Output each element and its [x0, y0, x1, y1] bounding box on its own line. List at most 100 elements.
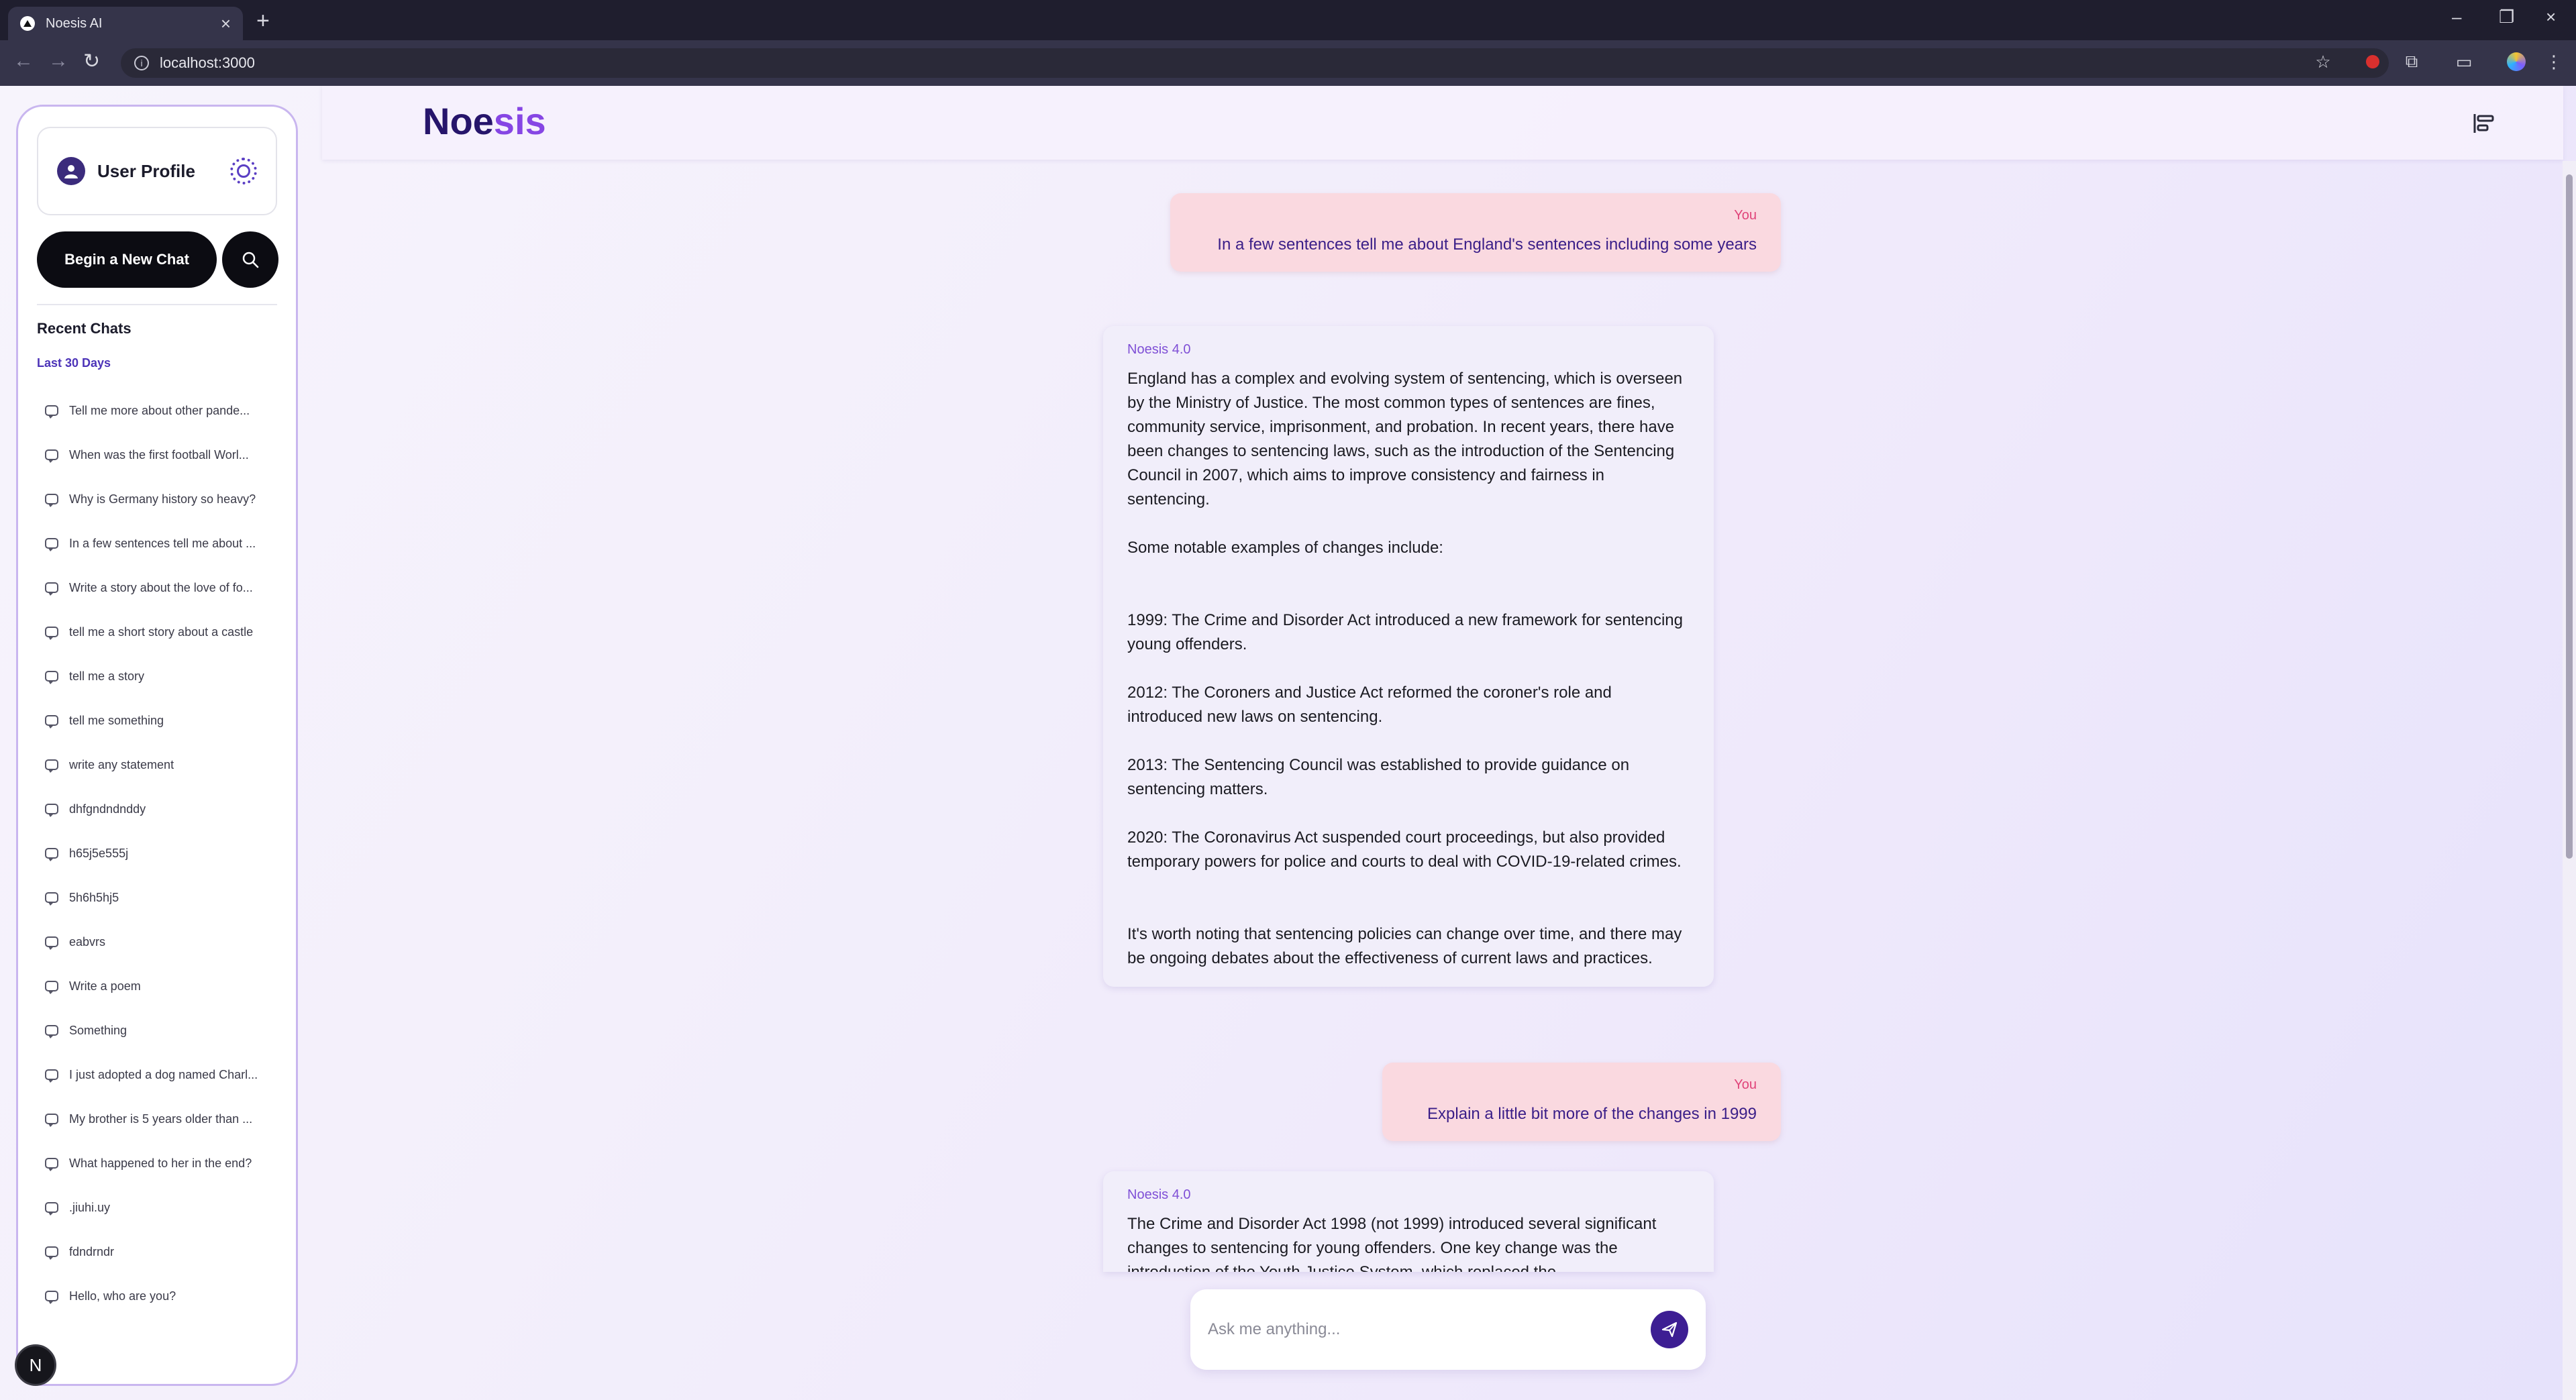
chat-title: In a few sentences tell me about ... [69, 536, 256, 550]
chat-bubble-icon [45, 936, 58, 950]
user-message: You Explain a little bit more of the cha… [1382, 1063, 1781, 1141]
site-info-icon[interactable]: i [134, 56, 149, 70]
browser-tab[interactable]: Noesis AI × [8, 7, 243, 40]
chat-list-item[interactable]: What happened to her in the end? [45, 1141, 287, 1185]
chat-title: Write a poem [69, 979, 141, 993]
brand-logo: Noesis [423, 99, 546, 143]
scrollbar[interactable] [2563, 161, 2576, 1400]
chat-title: tell me something [69, 713, 164, 727]
chat-list-item[interactable]: 5h6h5hj5 [45, 875, 287, 920]
user-avatar-icon [57, 157, 85, 185]
chat-title: My brother is 5 years older than ... [69, 1112, 253, 1126]
chat-title: I just adopted a dog named Charl... [69, 1067, 258, 1081]
url-text: localhost:3000 [160, 54, 255, 71]
sidebar: User Profile Begin a New Chat Recent Cha… [16, 105, 298, 1386]
chat-bubble-icon [45, 1246, 58, 1260]
user-profile-card[interactable]: User Profile [37, 127, 277, 215]
profile-icon[interactable] [2506, 51, 2527, 72]
chat-list-item[interactable]: Write a poem [45, 964, 287, 1008]
chat-bubble-icon [45, 1291, 58, 1304]
chat-list-item[interactable]: My brother is 5 years older than ... [45, 1097, 287, 1141]
chat-list-item[interactable]: I just adopted a dog named Charl... [45, 1053, 287, 1097]
tab-close-icon[interactable]: × [221, 13, 231, 34]
app-header: Noesis [322, 86, 2563, 160]
chat-list-item[interactable]: eabvrs [45, 920, 287, 964]
chat-list-item[interactable]: When was the first football Worl... [45, 433, 287, 477]
chat-bubble-icon [45, 671, 58, 684]
chat-bubble-icon [45, 582, 58, 596]
chat-bubble-icon [45, 405, 58, 419]
chat-title: When was the first football Worl... [69, 447, 249, 462]
chat-bubble-icon [45, 1025, 58, 1038]
assistant-message: Noesis 4.0 The Crime and Disorder Act 19… [1103, 1171, 1714, 1272]
search-button[interactable] [222, 231, 278, 288]
reload-icon[interactable]: ↻ [83, 50, 100, 73]
extensions-puzzle-icon[interactable]: ⧉ [2401, 51, 2422, 72]
user-message: You In a few sentences tell me about Eng… [1170, 193, 1781, 272]
chat-list-item[interactable]: Something [45, 1008, 287, 1053]
message-text: England has a complex and evolving syste… [1127, 370, 1683, 967]
period-label: Last 30 Days [37, 356, 111, 370]
send-button[interactable] [1651, 1311, 1688, 1348]
recent-chats-heading: Recent Chats [37, 320, 132, 337]
chat-list-item[interactable]: Tell me more about other pande... [45, 388, 287, 433]
chat-title: tell me a story [69, 669, 145, 683]
sidebar-divider [37, 304, 277, 305]
message-composer [1190, 1289, 1706, 1370]
url-field[interactable]: i localhost:3000 [121, 48, 2389, 78]
chat-list-item[interactable]: Hello, who are you? [45, 1274, 287, 1318]
message-author: You [1734, 208, 1757, 223]
chat-bubble-icon [45, 715, 58, 729]
chat-bubble-icon [45, 892, 58, 906]
chat-list-item[interactable]: write any statement [45, 743, 287, 787]
chat-list-item[interactable]: .jiuhi.uy [45, 1185, 287, 1230]
chat-title: dhfgndndnddy [69, 802, 146, 816]
chat-bubble-icon [45, 1069, 58, 1083]
chat-bubble-icon [45, 804, 58, 817]
chat-title: write any statement [69, 757, 174, 771]
chat-bubble-icon [45, 627, 58, 640]
forward-icon[interactable]: → [48, 50, 68, 72]
minimize-icon[interactable]: – [2452, 7, 2461, 28]
scrollbar-thumb[interactable] [2566, 174, 2573, 859]
extension-icon[interactable] [2362, 51, 2383, 72]
chat-list-item[interactable]: h65j5e555j [45, 831, 287, 875]
profile-label: User Profile [97, 160, 195, 181]
message-text: Explain a little bit more of the changes… [1427, 1105, 1757, 1123]
new-chat-button[interactable]: Begin a New Chat [37, 231, 217, 288]
chat-list-item[interactable]: Write a story about the love of fo... [45, 566, 287, 610]
chat-list-item[interactable]: dhfgndndnddy [45, 787, 287, 831]
chat-title: Write a story about the love of fo... [69, 580, 253, 594]
chat-title: What happened to her in the end? [69, 1156, 252, 1170]
chat-list-item[interactable]: Why is Germany history so heavy? [45, 477, 287, 521]
chat-list-item[interactable]: tell me something [45, 698, 287, 743]
settings-gear-icon[interactable] [230, 158, 257, 184]
chat-bubble-icon [45, 494, 58, 507]
chat-list-item[interactable]: fdndrndr [45, 1230, 287, 1274]
browser-menu-icon[interactable]: ⋮ [2543, 51, 2565, 72]
chat-list-item[interactable]: tell me a story [45, 654, 287, 698]
message-author: You [1734, 1077, 1757, 1092]
app-badge-icon[interactable]: N [15, 1344, 56, 1386]
chat-list-item[interactable]: tell me a short story about a castle [45, 610, 287, 654]
restore-icon[interactable]: ❐ [2499, 7, 2514, 28]
chat-title: Why is Germany history so heavy? [69, 492, 256, 506]
chat-bubble-icon [45, 538, 58, 551]
chat-title: fdndrndr [69, 1244, 115, 1258]
brand-suffix: sis [493, 100, 546, 142]
back-icon[interactable]: ← [13, 50, 34, 72]
chat-input[interactable] [1208, 1320, 1651, 1339]
chat-bubble-icon [45, 1158, 58, 1171]
media-icon[interactable]: ▭ [2453, 51, 2475, 72]
chat-bubble-icon [45, 981, 58, 994]
message-text: The Crime and Disorder Act 1998 (not 199… [1127, 1215, 1657, 1272]
window-close-icon[interactable]: × [2546, 7, 2556, 28]
chat-title: tell me a short story about a castle [69, 625, 254, 639]
new-tab-icon[interactable]: + [256, 8, 270, 34]
chat-list-item[interactable]: In a few sentences tell me about ... [45, 521, 287, 566]
chat-bubble-icon [45, 759, 58, 773]
browser-tab-bar: Noesis AI × + – ❐ × [0, 0, 2576, 40]
search-icon [242, 252, 259, 268]
sidebar-toggle-icon[interactable] [2472, 111, 2496, 136]
bookmark-star-icon[interactable]: ☆ [2312, 51, 2334, 72]
